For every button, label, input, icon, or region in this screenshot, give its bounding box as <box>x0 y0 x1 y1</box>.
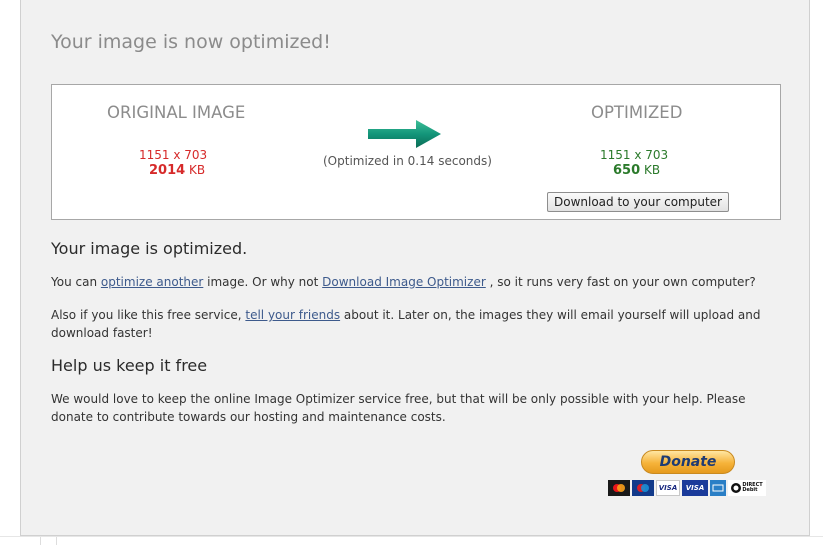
optimized-size-value: 650 <box>613 163 641 178</box>
tell-friends-link[interactable]: tell your friends <box>245 308 340 322</box>
arrow-right-icon <box>368 120 441 148</box>
visa-icon: VISA <box>656 480 680 496</box>
optimized-heading: OPTIMIZED <box>591 103 683 122</box>
download-button[interactable]: Download to your computer <box>547 192 729 212</box>
elapsed-time: (Optimized in 0.14 seconds) <box>323 154 492 168</box>
optimized-dimensions: 1151 x 703 <box>600 148 669 162</box>
donate-button[interactable]: Donate <box>641 450 735 474</box>
optimized-size: 650 KB <box>613 163 660 178</box>
text: Also if you like this free service, <box>51 308 246 322</box>
paragraph-optimize-another: You can optimize another image. Or why n… <box>51 273 771 291</box>
original-dimensions: 1151 x 703 <box>139 148 208 162</box>
page-title: Your image is now optimized! <box>51 31 331 53</box>
optimized-size-unit: KB <box>643 163 661 177</box>
text: , so it runs very fast on your own compu… <box>485 275 756 289</box>
payment-cards: VISA VISA DIRECT Debit <box>608 480 766 496</box>
direct-debit-icon: DIRECT Debit <box>728 480 766 496</box>
paragraph-tell-friends: Also if you like this free service, tell… <box>51 306 771 342</box>
optimize-another-link[interactable]: optimize another <box>101 275 203 289</box>
mastercard-icon <box>608 480 630 496</box>
original-heading: ORIGINAL IMAGE <box>107 103 246 122</box>
download-optimizer-link[interactable]: Download Image Optimizer <box>322 275 486 289</box>
text: You can <box>51 275 101 289</box>
section-heading-help: Help us keep it free <box>51 356 208 375</box>
section-heading-optimized: Your image is optimized. <box>51 239 248 258</box>
bottom-divider <box>40 537 41 545</box>
original-size-value: 2014 <box>149 163 186 178</box>
bottom-divider <box>56 537 57 545</box>
original-size: 2014 KB <box>149 163 205 178</box>
text: image. Or why not <box>203 275 323 289</box>
result-box: ORIGINAL IMAGE 1151 x 703 2014 KB (Optim… <box>51 84 781 220</box>
visa-electron-icon: VISA <box>682 480 708 496</box>
original-size-unit: KB <box>189 163 206 177</box>
paragraph-donate: We would love to keep the online Image O… <box>51 392 746 424</box>
maestro-icon <box>632 480 654 496</box>
amex-icon <box>710 480 726 496</box>
